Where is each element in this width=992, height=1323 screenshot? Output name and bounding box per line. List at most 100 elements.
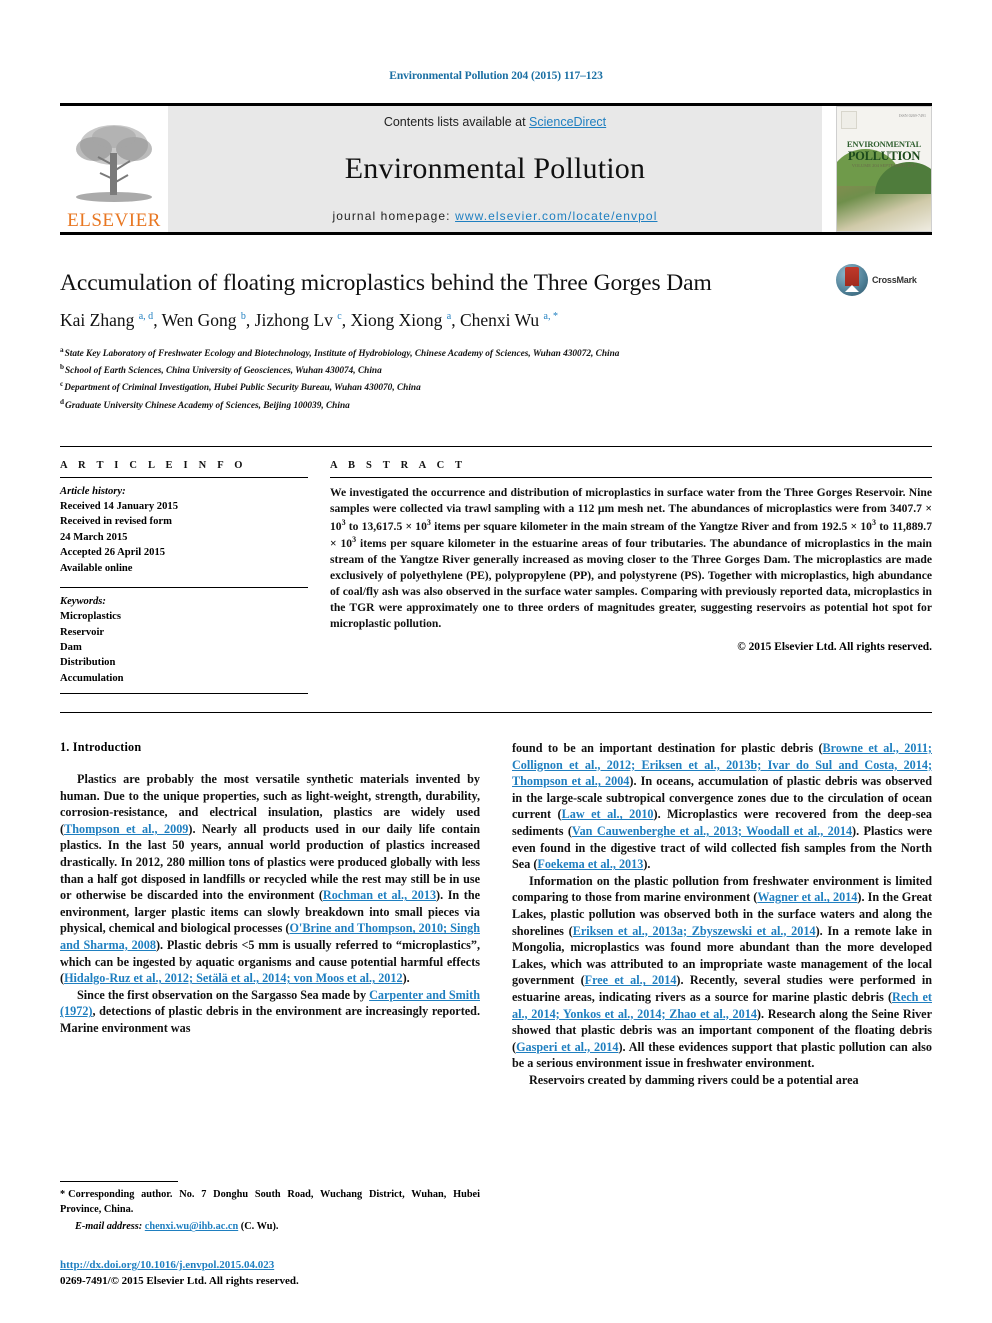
paragraph-text: ). [402,971,410,986]
title-block: Accumulation of floating microplastics b… [60,235,932,414]
author-separator: , [153,310,162,331]
sciencedirect-link[interactable]: ScienceDirect [529,115,606,129]
affiliation-item: dGraduate University Chinese Academy of … [60,397,932,414]
affiliation-item: bSchool of Earth Sciences, China Univers… [60,362,932,379]
citation-link[interactable]: Gasperi et al., 2014 [516,1040,618,1054]
keywords-rule-bottom [60,693,308,695]
affiliation-text: Graduate University Chinese Academy of S… [65,400,350,411]
keyword-item: Accumulation [60,672,124,684]
body-left-column: 1. Introduction Plastics are probably th… [60,740,480,1088]
journal-homepage-link[interactable]: www.elsevier.com/locate/envpol [455,209,657,223]
elsevier-wordmark: ELSEVIER [67,210,161,231]
article-history-heading: Article history: [60,485,126,497]
journal-title: Environmental Pollution [344,152,646,185]
masthead-band: Contents lists available at ScienceDirec… [168,106,822,232]
body-paragraph: found to be an important destination for… [512,740,932,873]
author-name: Kai Zhang [60,310,139,331]
abstract-copyright: © 2015 Elsevier Ltd. All rights reserved… [737,640,932,653]
author-name: Wen Gong [161,310,241,331]
author-separator: , [451,310,460,331]
abstract-heading: A B S T R A C T [330,459,467,471]
citation-link[interactable]: Rochman et al., 2013 [323,888,436,902]
affiliation-text: Department of Criminal Investigation, Hu… [64,383,421,394]
footnote-address: Corresponding author. No. 7 Donghu South… [60,1189,480,1215]
right-column-paragraphs: found to be an important destination for… [512,740,932,1088]
abstract-part-5: items per square kilometer in the estuar… [330,537,932,630]
author-name: Xiong Xiong [350,310,447,331]
citation-link[interactable]: Eriksen et al., 2013a; Zbyszewski et al.… [573,924,816,938]
body-separator-rule [60,712,932,714]
abstract-column: A B S T R A C T We investigated the occu… [330,460,932,694]
email-address-link[interactable]: chenxi.wu@ihb.ac.cn [145,1221,238,1232]
cover-title-line1: ENVIRONMENTAL [846,139,922,150]
cover-subtitle: VOLUME 204 SEPTEMBER 2015 [851,162,917,168]
journal-homepage-line: journal homepage: www.elsevier.com/locat… [333,209,658,223]
author-name: Jizhong Lv [254,310,338,331]
author-separator: , [341,310,351,331]
citation-link[interactable]: Wagner et al., 2014 [757,890,857,904]
author-list: Kai Zhang a, d, Wen Gong b, Jizhong Lv c… [60,310,932,331]
doi-and-issn-block: http://dx.doi.org/10.1016/j.envpol.2015.… [60,1258,540,1290]
email-address-label: E-mail address: [75,1221,143,1233]
citation-link[interactable]: Hidalgo-Ruz et al., 2012; Setälä et al.,… [64,971,403,985]
affiliation-list: aState Key Laboratory of Freshwater Ecol… [60,345,932,414]
footnote-rule [60,1181,178,1183]
keywords-heading: Keywords: [60,595,106,607]
crossmark-badge-group[interactable]: CrossMark [836,263,932,297]
affiliation-text: School of Earth Sciences, China Universi… [65,366,382,377]
affiliation-item: aState Key Laboratory of Freshwater Ecol… [60,345,932,362]
crossmark-label: CrossMark [872,275,917,285]
body-paragraph: Plastics are probably the most versatile… [60,771,480,987]
citation-link[interactable]: Van Cauwenberghe et al., 2013; Woodall e… [572,824,852,838]
keyword-item: Distribution [60,657,116,669]
affiliation-item: cDepartment of Criminal Investigation, H… [60,379,932,396]
citation-link[interactable]: Foekema et al., 2013 [537,857,643,871]
paragraph-text: Since the first observation on the Sarga… [77,987,370,1002]
citation-link[interactable]: Law et al., 2010 [562,807,654,821]
article-history-block: Article history: Received 14 January 201… [60,478,308,576]
left-column-paragraphs: Plastics are probably the most versatile… [60,771,480,1037]
history-line: Available online [60,562,133,574]
affiliation-text: State Key Laboratory of Freshwater Ecolo… [64,349,620,360]
abstract-part-2: to 13,617.5 × 10 [345,519,427,533]
info-abstract-region: A R T I C L E I N F O Article history: R… [60,445,932,695]
abstract-text: We investigated the occurrence and distr… [330,478,932,632]
paragraph-text: , detections of plastic debris in the en… [60,1004,480,1035]
body-columns: 1. Introduction Plastics are probably th… [60,740,932,1088]
contents-list-line: Contents lists available at ScienceDirec… [384,115,606,129]
article-info-column: A R T I C L E I N F O Article history: R… [60,459,308,695]
footnote-star-marker: * [60,1189,66,1201]
email-owner: (C. Wu). [240,1221,279,1233]
elsevier-logo: ELSEVIER [60,106,168,232]
keywords-block: Keywords: Microplastics Reservoir Dam Di… [60,588,308,686]
citation-link[interactable]: Free et al., 2014 [585,973,677,987]
homepage-prefix: journal homepage: [332,209,456,223]
crossmark-icon [836,264,868,296]
section-heading-introduction: 1. Introduction [60,740,142,755]
running-head: Environmental Pollution 204 (2015) 117–1… [389,70,603,82]
author-affiliation-marker: a, d [138,311,154,323]
body-paragraph: Information on the plastic pollution fro… [512,873,932,1072]
history-line: 24 March 2015 [60,531,128,543]
body-paragraph: Reservoirs created by damming rivers cou… [512,1072,932,1089]
keyword-item: Reservoir [60,626,105,638]
body-right-column: found to be an important destination for… [512,740,932,1088]
keyword-item: Dam [60,641,82,653]
history-line: Received 14 January 2015 [60,501,178,513]
history-line: Accepted 26 April 2015 [60,547,166,559]
paragraph-text: Reservoirs created by damming rivers cou… [529,1072,859,1087]
footnote-corresponding-text: * Corresponding author. No. 7 Donghu Sout… [60,1188,480,1217]
keyword-item: Microplastics [60,611,122,623]
history-line: Received in revised form [60,516,172,528]
paper-page: Environmental Pollution 204 (2015) 117–1… [0,0,992,1323]
contents-prefix: Contents lists available at [383,115,530,129]
page-title: Accumulation of floating microplastics b… [60,270,712,296]
author-separator: , [245,310,255,331]
citation-link[interactable]: Thompson et al., 2009 [64,822,188,836]
article-info-heading: A R T I C L E I N F O [60,459,247,471]
corresponding-author-footnote: * Corresponding author. No. 7 Donghu Sout… [60,1181,480,1235]
cover-issn: ISSN 0269-7491 [898,113,926,118]
doi-link[interactable]: http://dx.doi.org/10.1016/j.envpol.2015.… [60,1259,274,1271]
journal-cover-thumbnail: ISSN 0269-7491 ENVIRONMENTAL POLLUTION V… [836,106,932,232]
abstract-part-3: items per square kilometer in the main s… [430,519,872,533]
